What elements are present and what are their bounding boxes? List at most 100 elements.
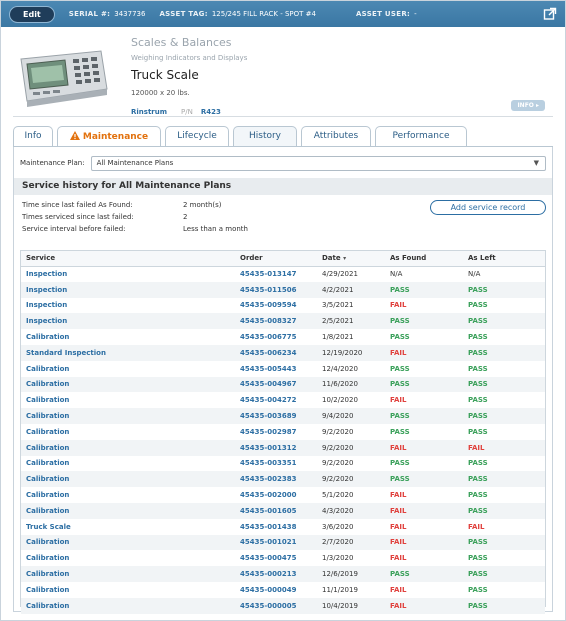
table-row[interactable]: Calibration 45435-003689 9/4/2020 PASS PASS <box>21 408 545 424</box>
table-row[interactable]: Calibration 45435-002383 9/2/2020 PASS PASS <box>21 471 545 488</box>
table-row[interactable]: Calibration 45435-000213 12/6/2019 PASS PASS <box>21 566 545 582</box>
as-found-status: FAIL <box>390 301 407 310</box>
table-row[interactable]: Calibration 45435-001605 4/3/2020 FAIL PASS <box>21 502 545 519</box>
table-row[interactable]: Inspection 45435-011506 4/2/2021 PASS PASS <box>21 281 545 298</box>
service-link[interactable]: Calibration <box>21 456 235 472</box>
edit-button[interactable]: Edit <box>9 5 55 23</box>
table-row[interactable]: Calibration 45435-000475 1/3/2020 FAIL PASS <box>21 550 545 566</box>
service-link[interactable]: Calibration <box>21 550 235 566</box>
service-history-table: Service Order Date ▾ As Found As Left In… <box>20 250 546 614</box>
service-link[interactable]: Calibration <box>21 487 235 503</box>
order-link[interactable]: 45435-006775 <box>235 329 317 345</box>
order-link[interactable]: 45435-005443 <box>235 361 317 377</box>
weighing-indicator-image <box>13 49 111 107</box>
table-row[interactable]: Calibration 45435-003351 9/2/2020 PASS PASS <box>21 456 545 472</box>
order-link[interactable]: 45435-004272 <box>235 392 317 408</box>
order-link[interactable]: 45435-003689 <box>235 408 317 424</box>
service-link[interactable]: Calibration <box>21 566 235 582</box>
part-number-link[interactable]: R423 <box>201 108 221 116</box>
as-found-status: FAIL <box>390 522 407 531</box>
table-row[interactable]: Standard Inspection 45435-006234 12/19/202… <box>21 344 545 361</box>
service-link[interactable]: Calibration <box>21 582 235 598</box>
order-link[interactable]: 45435-009594 <box>235 298 317 314</box>
col-header-as-left[interactable]: As Left <box>463 251 545 267</box>
maintenance-plan-row: Maintenance Plan: All Maintenance Plans … <box>20 155 546 171</box>
service-date: 11/1/2019 <box>322 585 358 594</box>
order-link[interactable]: 45435-011506 <box>235 281 317 298</box>
table-row[interactable]: Calibration 45435-001312 9/2/2020 FAIL FAIL <box>21 439 545 456</box>
service-link[interactable]: Calibration <box>21 424 235 440</box>
maintenance-plan-select[interactable]: All Maintenance Plans ▼ <box>90 155 546 171</box>
service-link[interactable]: Calibration <box>21 439 235 456</box>
table-row[interactable]: Calibration 45435-002987 9/2/2020 PASS PASS <box>21 424 545 440</box>
service-link[interactable]: Calibration <box>21 392 235 408</box>
order-link[interactable]: 45435-003351 <box>235 456 317 472</box>
order-link[interactable]: 45435-001021 <box>235 534 317 551</box>
tab-performance[interactable]: Performance <box>375 126 467 146</box>
service-link[interactable]: Calibration <box>21 361 235 377</box>
service-link[interactable]: Calibration <box>21 408 235 424</box>
service-link[interactable]: Calibration <box>21 597 235 614</box>
table-row[interactable]: Calibration 45435-004967 11/6/2020 PASS PASS <box>21 376 545 393</box>
table-row[interactable]: Truck Scale 45435-001438 3/6/2020 FAIL FAIL <box>21 519 545 535</box>
service-date: 4/29/2021 <box>322 270 358 279</box>
service-link[interactable]: Calibration <box>21 329 235 345</box>
order-link[interactable]: 45435-006234 <box>235 344 317 361</box>
order-link[interactable]: 45435-002987 <box>235 424 317 440</box>
tab-info[interactable]: Info <box>13 126 53 146</box>
add-service-record-button[interactable]: Add service record <box>430 200 546 215</box>
table-row[interactable]: Calibration 45435-005443 12/4/2020 PASS PASS <box>21 361 545 377</box>
asset-user-meta: ASSET USER: - <box>356 10 417 18</box>
order-link[interactable]: 45435-000213 <box>235 566 317 582</box>
tab-history[interactable]: History <box>233 126 297 146</box>
service-link[interactable]: Calibration <box>21 471 235 488</box>
tab-maintenance[interactable]: Maintenance <box>57 126 161 146</box>
external-link-icon[interactable] <box>543 7 557 21</box>
table-row[interactable]: Calibration 45435-006775 1/8/2021 PASS PASS <box>21 329 545 345</box>
service-link[interactable]: Calibration <box>21 502 235 519</box>
order-link[interactable]: 45435-004967 <box>235 376 317 393</box>
service-link[interactable]: Inspection <box>21 281 235 298</box>
table-row[interactable]: Inspection 45435-008327 2/5/2021 PASS PASS <box>21 313 545 330</box>
table-row[interactable]: Inspection 45435-013147 4/29/2021 N/A N/A <box>21 266 545 282</box>
service-link[interactable]: Inspection <box>21 313 235 330</box>
service-link[interactable]: Inspection <box>21 266 235 282</box>
service-link[interactable]: Inspection <box>21 298 235 314</box>
order-link[interactable]: 45435-001438 <box>235 519 317 535</box>
manufacturer-link[interactable]: Rinstrum <box>131 108 167 116</box>
order-link[interactable]: 45435-013147 <box>235 266 317 282</box>
stat-value: 2 <box>183 213 188 221</box>
table-row[interactable]: Calibration 45435-002000 5/1/2020 FAIL PASS <box>21 487 545 503</box>
as-found-status: PASS <box>385 313 463 330</box>
asset-page: Edit SERIAL #: 3437736 ASSET TAG: 125/245 … <box>0 0 566 621</box>
table-row[interactable]: Calibration 45435-004272 10/2/2020 FAIL PASS <box>21 392 545 408</box>
maintenance-plan-label: Maintenance Plan: <box>20 159 85 167</box>
service-link[interactable]: Calibration <box>21 534 235 551</box>
service-date: 2/5/2021 <box>317 313 385 330</box>
as-left-status: PASS <box>468 364 488 373</box>
order-link[interactable]: 45435-001605 <box>235 502 317 519</box>
table-row[interactable]: Inspection 45435-009594 3/5/2021 FAIL PASS <box>21 298 545 314</box>
tab-attributes[interactable]: Attributes <box>301 126 371 146</box>
order-link[interactable]: 45435-000475 <box>235 550 317 566</box>
table-row[interactable]: Calibration 45435-001021 2/7/2020 FAIL PASS <box>21 534 545 551</box>
table-row[interactable]: Calibration 45435-000005 10/4/2019 FAIL PASS <box>21 597 545 614</box>
order-link[interactable]: 45435-000005 <box>235 597 317 614</box>
order-link[interactable]: 45435-008327 <box>235 313 317 330</box>
col-header-service[interactable]: Service <box>21 251 235 267</box>
order-link[interactable]: 45435-000049 <box>235 582 317 598</box>
info-button[interactable]: INFO ▸ <box>511 100 545 111</box>
col-header-order[interactable]: Order <box>235 251 317 267</box>
table-row[interactable]: Calibration 45435-000049 11/1/2019 FAIL PASS <box>21 582 545 598</box>
col-header-date[interactable]: Date ▾ <box>317 251 385 267</box>
order-link[interactable]: 45435-001312 <box>235 439 317 456</box>
col-header-as-found[interactable]: As Found <box>385 251 463 267</box>
service-link[interactable]: Truck Scale <box>21 519 235 535</box>
service-link[interactable]: Calibration <box>21 376 235 393</box>
service-history-heading: Service history for All Maintenance Plan… <box>14 178 552 195</box>
tab-lifecycle[interactable]: Lifecycle <box>165 126 229 146</box>
as-left-status: PASS <box>463 408 545 424</box>
order-link[interactable]: 45435-002000 <box>235 487 317 503</box>
order-link[interactable]: 45435-002383 <box>235 471 317 488</box>
service-link[interactable]: Standard Inspection <box>21 344 235 361</box>
